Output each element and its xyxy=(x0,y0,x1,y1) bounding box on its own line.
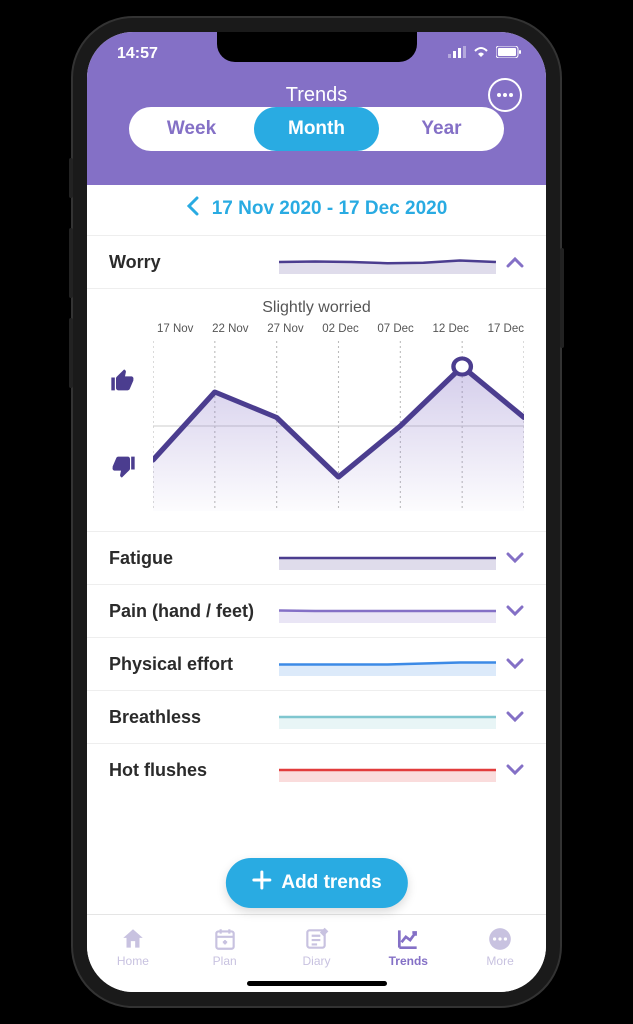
chevron-down-icon xyxy=(506,548,524,569)
sparkline-pain xyxy=(279,599,496,623)
chart-canvas xyxy=(153,341,524,511)
plus-icon xyxy=(251,870,271,896)
tab-trends[interactable]: Trends xyxy=(362,915,454,978)
page-title: Trends xyxy=(107,84,526,107)
trend-row-hot-flushes[interactable]: Hot flushes xyxy=(87,744,546,796)
tab-home[interactable]: Home xyxy=(87,915,179,978)
tab-plan[interactable]: Plan xyxy=(179,915,271,978)
chevron-down-icon xyxy=(506,654,524,675)
battery-icon xyxy=(496,45,522,63)
header-more-button[interactable] xyxy=(488,78,522,112)
seg-week[interactable]: Week xyxy=(129,107,254,151)
status-time: 14:57 xyxy=(117,45,158,63)
sparkline-worry xyxy=(279,250,496,274)
thumbs-up-icon xyxy=(109,367,143,400)
tab-more[interactable]: More xyxy=(454,915,546,978)
trend-row-worry[interactable]: Worry xyxy=(87,236,546,289)
signal-icon xyxy=(448,45,466,63)
seg-year[interactable]: Year xyxy=(379,107,504,151)
chart-status-label: Slightly worried xyxy=(109,299,524,317)
chart-panel-worry: Slightly worried 17 Nov 22 Nov 27 Nov 02… xyxy=(87,289,546,532)
date-range-label: 17 Nov 2020 - 17 Dec 2020 xyxy=(212,198,448,220)
wifi-icon xyxy=(472,45,490,63)
chevron-down-icon xyxy=(506,601,524,622)
sparkline-fatigue xyxy=(279,546,496,570)
chart-x-axis: 17 Nov 22 Nov 27 Nov 02 Dec 07 Dec 12 De… xyxy=(109,323,524,341)
range-segmented-control: Week Month Year xyxy=(129,107,504,151)
trend-row-breathless[interactable]: Breathless xyxy=(87,691,546,744)
sparkline-physical-effort xyxy=(279,652,496,676)
tab-diary[interactable]: Diary xyxy=(271,915,363,978)
sparkline-breathless xyxy=(279,705,496,729)
trend-row-pain[interactable]: Pain (hand / feet) xyxy=(87,585,546,638)
app-header: Trends Week Month Year xyxy=(87,76,546,185)
date-navigator: 17 Nov 2020 - 17 Dec 2020 xyxy=(87,185,546,236)
sparkline-hot-flushes xyxy=(279,758,496,782)
date-prev-button[interactable] xyxy=(186,195,200,223)
add-trends-button[interactable]: Add trends xyxy=(225,858,407,908)
trend-row-fatigue[interactable]: Fatigue xyxy=(87,532,546,585)
thumbs-down-icon xyxy=(109,452,143,485)
chevron-down-icon xyxy=(506,760,524,781)
seg-month[interactable]: Month xyxy=(254,107,379,151)
chevron-up-icon xyxy=(506,252,524,273)
home-indicator[interactable] xyxy=(247,981,387,986)
trend-label: Worry xyxy=(109,252,269,273)
trend-row-physical-effort[interactable]: Physical effort xyxy=(87,638,546,691)
chevron-down-icon xyxy=(506,707,524,728)
